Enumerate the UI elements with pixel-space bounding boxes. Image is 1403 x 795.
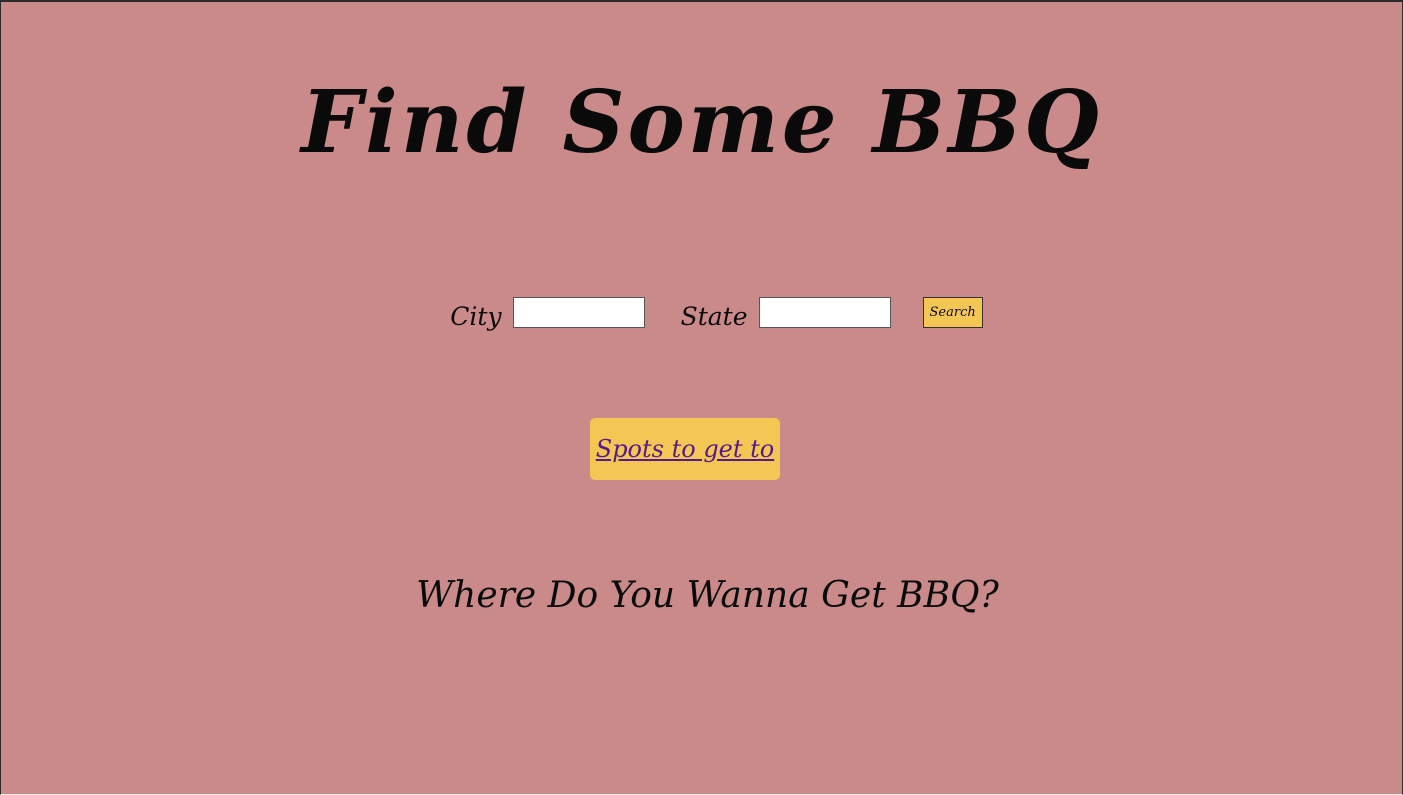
page-background: Find Some BBQ City State Search Spots to… <box>0 0 1403 795</box>
state-label: State <box>680 301 748 331</box>
spots-to-get-to-link[interactable]: Spots to get to <box>596 435 775 463</box>
city-input[interactable] <box>512 296 645 328</box>
where-prompt-heading: Where Do You Wanna Get BBQ? <box>416 575 999 616</box>
search-form: City State Search <box>1 294 1402 330</box>
page-title: Find Some BBQ <box>301 72 1102 173</box>
search-button[interactable]: Search <box>922 296 983 328</box>
spots-to-get-to-button[interactable]: Spots to get to <box>590 418 780 480</box>
city-label: City <box>450 301 502 331</box>
state-input[interactable] <box>758 296 891 328</box>
